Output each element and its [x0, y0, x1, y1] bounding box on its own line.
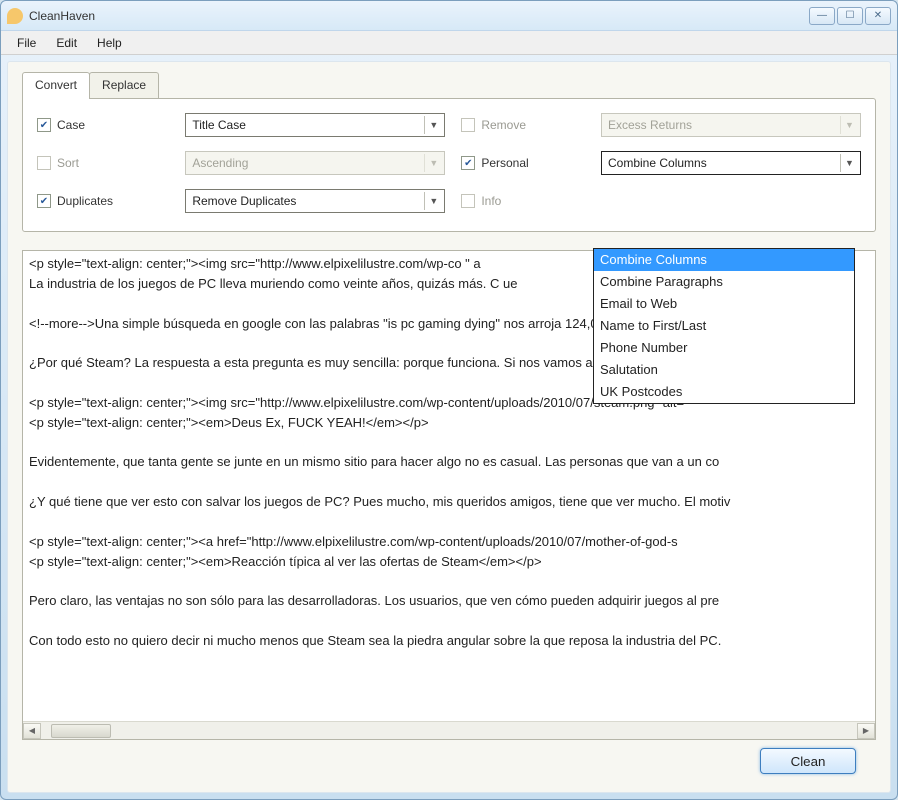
- dropdown-item[interactable]: Email to Web: [594, 293, 854, 315]
- scroll-track[interactable]: [41, 723, 857, 739]
- chevron-down-icon: ▼: [424, 116, 442, 134]
- dropdown-item[interactable]: Phone Number: [594, 337, 854, 359]
- minimize-button[interactable]: —: [809, 7, 835, 25]
- text-line: [29, 573, 869, 592]
- scroll-right-button[interactable]: ▶: [857, 723, 875, 739]
- sort-check[interactable]: Sort: [37, 156, 169, 170]
- checkbox-icon: ✔: [37, 194, 51, 208]
- client-area: Convert Replace ✔ Case Title Case ▼ Re: [7, 61, 891, 793]
- checkbox-icon: ✔: [37, 118, 51, 132]
- text-line: <p style="text-align: center;"><em>Reacc…: [29, 553, 869, 572]
- app-icon: [7, 8, 23, 24]
- scroll-thumb[interactable]: [51, 724, 111, 738]
- dropdown-item[interactable]: Salutation: [594, 359, 854, 381]
- case-check[interactable]: ✔ Case: [37, 118, 169, 132]
- text-line: [29, 473, 869, 492]
- info-check[interactable]: Info: [461, 194, 585, 208]
- case-select-value: Title Case: [192, 118, 246, 132]
- chevron-down-icon: ▼: [840, 116, 858, 134]
- window-controls: — ☐ ✕: [809, 7, 891, 25]
- remove-select-value: Excess Returns: [608, 118, 692, 132]
- text-line: <p style="text-align: center;"><a href="…: [29, 533, 869, 552]
- checkbox-icon: ✔: [461, 156, 475, 170]
- dropdown-item[interactable]: Name to First/Last: [594, 315, 854, 337]
- remove-label: Remove: [481, 118, 526, 132]
- chevron-down-icon: ▼: [424, 154, 442, 172]
- checkbox-icon: [461, 118, 475, 132]
- tab-replace[interactable]: Replace: [89, 72, 159, 98]
- text-line: ¿Y qué tiene que ver esto con salvar los…: [29, 493, 869, 512]
- window-title: CleanHaven: [29, 9, 95, 23]
- chevron-down-icon: ▼: [424, 192, 442, 210]
- sort-select: Ascending ▼: [185, 151, 445, 175]
- menu-help[interactable]: Help: [89, 34, 130, 52]
- duplicates-label: Duplicates: [57, 194, 113, 208]
- checkbox-icon: [37, 156, 51, 170]
- horizontal-scrollbar[interactable]: ◀ ▶: [23, 721, 875, 739]
- case-select[interactable]: Title Case ▼: [185, 113, 445, 137]
- remove-check[interactable]: Remove: [461, 118, 585, 132]
- sort-select-value: Ascending: [192, 156, 248, 170]
- text-line: Pero claro, las ventajas no son sólo par…: [29, 592, 869, 611]
- remove-select: Excess Returns ▼: [601, 113, 861, 137]
- chevron-down-icon: ▼: [840, 154, 858, 172]
- duplicates-select[interactable]: Remove Duplicates ▼: [185, 189, 445, 213]
- checkbox-icon: [461, 194, 475, 208]
- scroll-left-button[interactable]: ◀: [23, 723, 41, 739]
- personal-check[interactable]: ✔ Personal: [461, 156, 585, 170]
- info-label: Info: [481, 194, 501, 208]
- close-button[interactable]: ✕: [865, 7, 891, 25]
- clean-button[interactable]: Clean: [760, 748, 856, 774]
- duplicates-select-value: Remove Duplicates: [192, 194, 296, 208]
- text-line: [29, 612, 869, 631]
- maximize-button[interactable]: ☐: [837, 7, 863, 25]
- dropdown-item[interactable]: Combine Columns: [594, 249, 854, 271]
- text-line: Evidentemente, que tanta gente se junte …: [29, 453, 869, 472]
- app-window: CleanHaven — ☐ ✕ File Edit Help Convert …: [0, 0, 898, 800]
- menu-file[interactable]: File: [9, 34, 44, 52]
- menubar: File Edit Help: [1, 31, 897, 55]
- menu-edit[interactable]: Edit: [48, 34, 85, 52]
- text-line: [29, 434, 869, 453]
- personal-label: Personal: [481, 156, 528, 170]
- footer: Clean: [22, 740, 876, 782]
- case-label: Case: [57, 118, 85, 132]
- tab-panel-convert: ✔ Case Title Case ▼ Remove Excess Return…: [22, 98, 876, 232]
- duplicates-check[interactable]: ✔ Duplicates: [37, 194, 169, 208]
- personal-dropdown[interactable]: Combine Columns Combine Paragraphs Email…: [593, 248, 855, 404]
- text-line: [29, 513, 869, 532]
- text-line: Con todo esto no quiero decir ni mucho m…: [29, 632, 869, 651]
- tab-convert[interactable]: Convert: [22, 72, 90, 99]
- sort-label: Sort: [57, 156, 79, 170]
- personal-select[interactable]: Combine Columns ▼: [601, 151, 861, 175]
- titlebar: CleanHaven — ☐ ✕: [1, 1, 897, 31]
- personal-select-value: Combine Columns: [608, 156, 707, 170]
- dropdown-item[interactable]: Combine Paragraphs: [594, 271, 854, 293]
- dropdown-item[interactable]: UK Postcodes: [594, 381, 854, 403]
- tabstrip: Convert Replace: [22, 72, 876, 98]
- text-line: <p style="text-align: center;"><em>Deus …: [29, 414, 869, 433]
- tabs-container: Convert Replace ✔ Case Title Case ▼ Re: [22, 72, 876, 232]
